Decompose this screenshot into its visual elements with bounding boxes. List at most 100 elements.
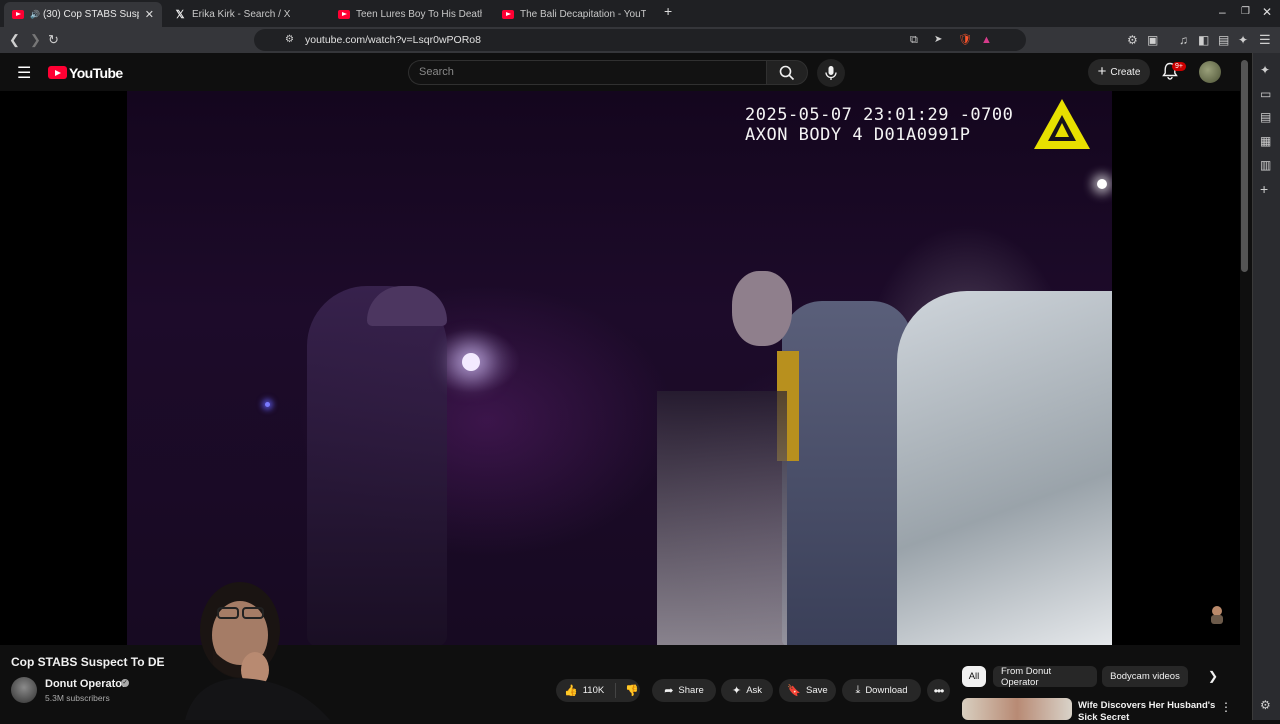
menu-icon[interactable]: ☰ xyxy=(1259,32,1271,48)
bodycam-video-frame[interactable]: 2025-05-07 23:01:29 -0700 AXON BODY 4 D0… xyxy=(127,91,1112,645)
white-car xyxy=(897,291,1112,645)
like-dislike-group: 👍 110K 👎 xyxy=(556,679,640,702)
send-icon[interactable]: ➤ xyxy=(934,32,942,48)
share-button[interactable]: ➦ Share xyxy=(652,679,716,702)
download-label: Download xyxy=(865,685,908,696)
plus-icon: + xyxy=(1097,63,1107,80)
notification-count-badge: 9+ xyxy=(1172,62,1186,71)
video-title: Cop STABS Suspect To DE xyxy=(11,655,165,669)
like-divider xyxy=(615,683,617,698)
like-count[interactable]: 110K xyxy=(583,685,604,696)
channel-name[interactable]: Donut Operator xyxy=(45,678,126,690)
wallet-sidebar-icon[interactable]: ▤ xyxy=(1260,110,1271,124)
extensions-icon[interactable]: ⚙ xyxy=(1127,32,1138,48)
back-icon[interactable]: ❮ xyxy=(9,32,20,48)
tab-erika-kirk-search[interactable]: 𝕏 Erika Kirk - Search / X xyxy=(166,2,326,27)
page-scrollbar[interactable] xyxy=(1241,60,1248,272)
add-sidebar-item-icon[interactable]: + xyxy=(1260,181,1268,197)
brave-shield-icon[interactable]: 🛡 xyxy=(958,32,972,48)
share-label: Share xyxy=(678,685,704,696)
more-horizontal-icon: ••• xyxy=(933,683,945,698)
address-bar[interactable]: ⚙ youtube.com/watch?v=Lsqr0wPORo8 ⧉ ➤ 🛡 … xyxy=(254,29,1026,51)
chip-all[interactable]: All xyxy=(962,666,986,687)
suspect-head xyxy=(732,271,792,346)
save-label: Save xyxy=(806,685,828,696)
leo-ai-icon[interactable]: ✦ xyxy=(1238,32,1248,48)
brave-rewards-icon[interactable]: ▲ xyxy=(981,32,992,48)
tab-title: Erika Kirk - Search / X xyxy=(192,9,291,20)
verified-badge-icon: ✓ xyxy=(121,679,129,687)
youtube-favicon-icon xyxy=(338,9,350,21)
sidebar-settings-icon[interactable]: ⚙ xyxy=(1260,698,1271,712)
channel-avatar[interactable] xyxy=(11,677,37,703)
reload-icon[interactable]: ↻ xyxy=(48,32,59,48)
open-in-app-icon[interactable]: ⧉ xyxy=(910,32,918,48)
download-button[interactable]: ⤓ Download xyxy=(842,679,921,702)
channel-watermark-icon[interactable] xyxy=(1206,603,1228,625)
x-favicon-icon: 𝕏 xyxy=(175,9,185,21)
suspect-silhouette xyxy=(782,301,912,645)
bookmarks-sidebar-icon[interactable]: ▦ xyxy=(1260,134,1271,148)
like-icon[interactable]: 👍 xyxy=(564,684,578,697)
browser-toolbar: ❮ ❯ ↻ 🔖 ⚙ youtube.com/watch?v=Lsqr0wPORo… xyxy=(0,27,1280,53)
youtube-favicon-icon xyxy=(12,9,24,21)
browser-tab-strip: 🔊 (30) Cop STABS Suspect To ✕ 𝕏 Erika Ki… xyxy=(0,0,1280,27)
forward-icon[interactable]: ❯ xyxy=(30,32,41,48)
dislike-icon[interactable]: 👎 xyxy=(625,684,639,697)
tab-title: The Bali Decapitation - YouTube xyxy=(520,9,646,20)
youtube-logo-icon[interactable] xyxy=(48,66,67,79)
tab-title: Teen Lures Boy To His Death, Th xyxy=(356,9,482,20)
bodycam-device-id: AXON BODY 4 D01A0991P xyxy=(745,125,971,145)
media-controls-icon[interactable]: ♫ xyxy=(1179,32,1188,48)
axon-logo-icon xyxy=(1034,99,1090,149)
recommended-video-thumbnail[interactable] xyxy=(962,698,1072,720)
share-icon: ➦ xyxy=(664,685,674,697)
youtube-favicon-icon xyxy=(502,9,514,21)
sidebar-toggle-icon[interactable]: ◧ xyxy=(1198,32,1209,48)
sparkle-icon: ✦ xyxy=(731,685,742,697)
streamer-webcam-overlay xyxy=(185,582,330,720)
maximize-icon[interactable]: ❐ xyxy=(1241,6,1250,17)
create-button[interactable]: + Create xyxy=(1088,59,1150,85)
chip-bodycam-videos[interactable]: Bodycam videos xyxy=(1102,666,1188,687)
video-options-vertical-icon[interactable]: ⋮ xyxy=(1220,700,1232,714)
audio-playing-icon[interactable]: 🔊 xyxy=(30,10,40,19)
site-info-icon[interactable]: ⚙ xyxy=(285,32,294,48)
chip-from-donut-operator[interactable]: From Donut Operator xyxy=(993,666,1097,688)
search-button[interactable] xyxy=(766,60,808,85)
tab-cop-stabs[interactable]: 🔊 (30) Cop STABS Suspect To ✕ xyxy=(4,2,162,27)
chips-next-chevron-icon[interactable]: ❯ xyxy=(1208,669,1218,683)
video-player[interactable]: 2025-05-07 23:01:29 -0700 AXON BODY 4 D0… xyxy=(0,91,1240,645)
screenshot-icon[interactable]: ▣ xyxy=(1147,32,1158,48)
leo-sidebar-icon[interactable]: ✦ xyxy=(1260,63,1270,77)
subscriber-count: 5.3M subscribers xyxy=(45,693,110,703)
history-sidebar-icon[interactable]: ▥ xyxy=(1260,158,1271,172)
account-avatar[interactable] xyxy=(1199,61,1221,83)
save-button[interactable]: 🔖 Save xyxy=(779,679,836,702)
download-icon: ⤓ xyxy=(855,684,861,696)
wallet-icon[interactable]: ▤ xyxy=(1218,32,1229,48)
youtube-masthead: ☰ YouTube Search + Create 9+ xyxy=(0,53,1240,91)
more-actions-button[interactable]: ••• xyxy=(927,679,950,702)
tab-teen-lures-boy[interactable]: Teen Lures Boy To His Death, Th xyxy=(330,2,490,27)
microphone-icon xyxy=(825,66,837,80)
guide-menu-icon[interactable]: ☰ xyxy=(17,63,31,83)
voice-search-button[interactable] xyxy=(817,59,845,87)
bookmark-save-icon: 🔖 xyxy=(787,685,802,697)
bodycam-timestamp: 2025-05-07 23:01:29 -0700 xyxy=(745,105,1014,125)
youtube-logo-text[interactable]: YouTube xyxy=(69,65,123,81)
recommended-video-title[interactable]: Wife Discovers Her Husband's Sick Secret xyxy=(1078,700,1218,724)
close-window-icon[interactable]: ✕ xyxy=(1262,5,1272,19)
search-placeholder: Search xyxy=(419,66,454,78)
browser-sidebar: ✦ ▭ ▤ ▦ ▥ + ⚙ xyxy=(1252,53,1280,720)
ask-label: Ask xyxy=(746,685,763,696)
minimize-icon[interactable]: – xyxy=(1219,5,1226,19)
reading-list-icon[interactable]: ▭ xyxy=(1260,87,1271,101)
new-tab-button[interactable]: + xyxy=(664,3,672,19)
tab-bali-decapitation[interactable]: The Bali Decapitation - YouTube xyxy=(494,2,654,27)
close-tab-icon[interactable]: ✕ xyxy=(145,8,154,21)
ask-button[interactable]: ✦ Ask xyxy=(721,679,773,702)
search-icon xyxy=(779,65,795,81)
create-label: Create xyxy=(1110,66,1141,78)
search-input[interactable]: Search xyxy=(408,60,766,85)
